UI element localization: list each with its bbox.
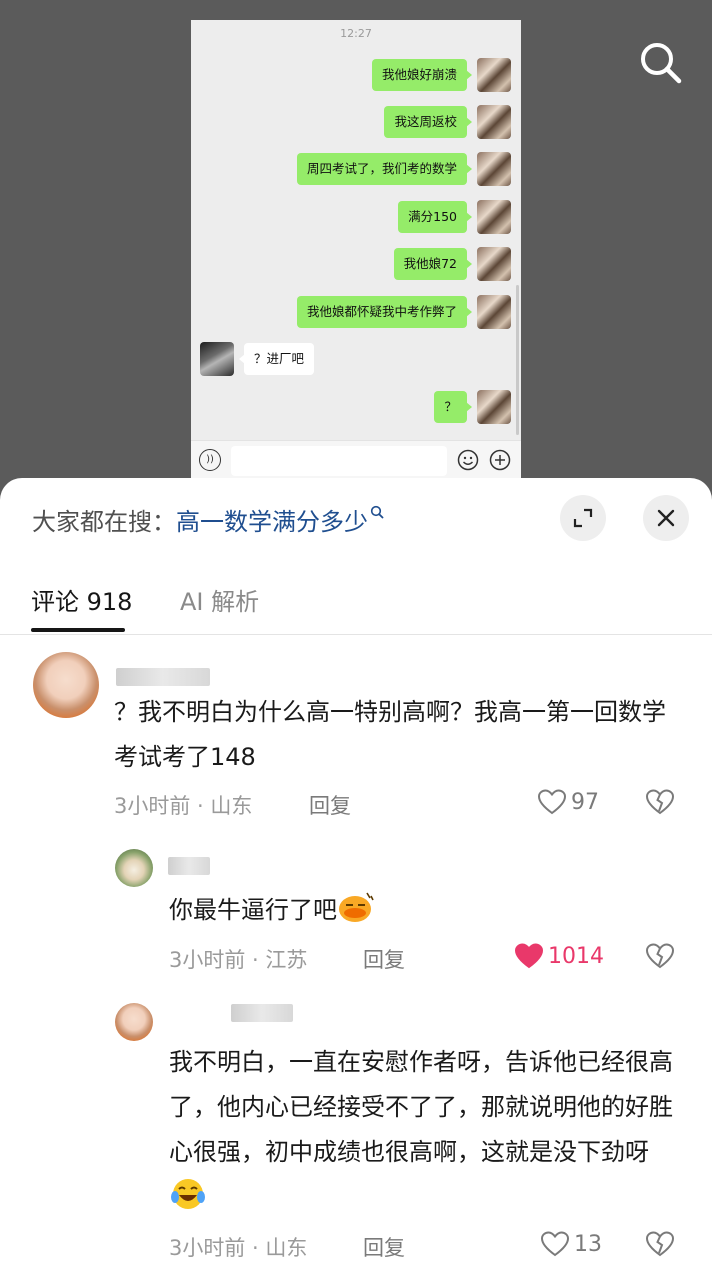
comment-text-content: 你最牛逼行了吧: [169, 896, 337, 924]
comment-sheet: 大家都在搜：高一数学满分多少 评论 918 AI 解析 ？我不明白为什么高一特别…: [0, 478, 712, 1279]
avatar[interactable]: [115, 849, 153, 887]
chat-scrollbar: [516, 285, 519, 435]
voice-icon: )): [199, 449, 221, 471]
chat-bubble-text: 我他娘都怀疑我中考作弊了: [296, 296, 473, 328]
like-button[interactable]: 1014: [514, 941, 604, 971]
like-button[interactable]: 13: [540, 1229, 602, 1259]
comment-meta: 3小时前 · 江苏: [169, 948, 308, 972]
reply-button[interactable]: 回复: [363, 1232, 405, 1262]
chat-message: ？进厂吧: [200, 342, 315, 376]
heart-filled-icon: [514, 943, 544, 969]
dislike-icon[interactable]: [644, 787, 676, 817]
search-suggestion: 大家都在搜：高一数学满分多少: [32, 502, 384, 537]
avatar[interactable]: [33, 652, 99, 718]
dislike-icon[interactable]: [644, 1229, 676, 1259]
chat-message: 满分150: [398, 200, 511, 234]
chat-screenshot: 12:27 我他娘好崩溃 我这周返校 周四考试了，我们考的数学 满分150 我他…: [191, 20, 521, 480]
chat-input-bar: )): [191, 440, 521, 480]
chat-message: ？: [434, 390, 511, 424]
comment-text: 我不明白，一直在安慰作者呀，告诉他已经很高了，他内心已经接受不了了，那就说明他的…: [169, 1040, 684, 1220]
username-blurred[interactable]: [168, 857, 210, 875]
chat-bubble-text: 周四考试了，我们考的数学: [296, 153, 473, 185]
search-small-icon: [370, 505, 384, 519]
comment-text: 你最牛逼行了吧: [169, 888, 684, 933]
comment-location: 江苏: [265, 948, 308, 972]
search-icon[interactable]: [636, 38, 686, 88]
chat-bubble-text: 满分150: [398, 201, 472, 233]
dislike-icon[interactable]: [644, 941, 676, 971]
like-count: 1014: [548, 943, 604, 969]
plus-icon: [489, 449, 511, 471]
chat-message: 我他娘都怀疑我中考作弊了: [296, 295, 511, 329]
comment-text: ？我不明白为什么高一特别高啊？我高一第一回数学考试考了148: [114, 698, 666, 771]
like-count: 13: [574, 1231, 602, 1257]
chat-bubble-text: ？: [434, 391, 472, 423]
contact-avatar: [200, 342, 234, 376]
video-preview[interactable]: 12:27 我他娘好崩溃 我这周返校 周四考试了，我们考的数学 满分150 我他…: [0, 0, 712, 500]
chat-bubble-text: 我他娘72: [393, 248, 473, 280]
chat-bubble-text: ？进厂吧: [238, 343, 315, 375]
comment-meta: 3小时前 · 山东: [169, 1236, 308, 1260]
sender-avatar: [477, 247, 511, 281]
like-count: 97: [571, 789, 599, 815]
chat-message: 我这周返校: [384, 105, 511, 139]
close-icon: [657, 509, 675, 527]
username-blurred[interactable]: [231, 1004, 293, 1022]
heart-icon: [537, 789, 567, 815]
comment-time: 3小时前: [169, 1236, 246, 1260]
chat-bubble-text: 我他娘好崩溃: [371, 59, 473, 91]
close-button[interactable]: [643, 495, 689, 541]
comment-location: 山东: [210, 794, 253, 818]
tab-comments-label: 评论: [31, 588, 79, 616]
comment-time: 3小时前: [114, 794, 191, 818]
sender-avatar: [477, 295, 511, 329]
search-suggestion-link[interactable]: 高一数学满分多少: [176, 508, 368, 536]
tab-comments-count: 918: [86, 588, 133, 616]
sender-avatar: [477, 58, 511, 92]
active-tab-indicator: [31, 628, 125, 632]
expand-icon: [573, 508, 593, 528]
chat-timestamp: 12:27: [340, 27, 372, 40]
chat-input-field: [231, 446, 447, 476]
search-suggestion-prefix: 大家都在搜：: [32, 508, 176, 536]
expand-button[interactable]: [560, 495, 606, 541]
chat-message: 我他娘好崩溃: [371, 58, 511, 92]
laugh-cry-emoji-icon: [171, 1179, 205, 1209]
tab-comments[interactable]: 评论 918: [31, 582, 132, 617]
comment-text-content: 我不明白，一直在安慰作者呀，告诉他已经很高了，他内心已经接受不了了，那就说明他的…: [169, 1048, 673, 1166]
sender-avatar: [477, 200, 511, 234]
comment-time: 3小时前: [169, 948, 246, 972]
reply-button[interactable]: 回复: [363, 944, 405, 974]
sender-avatar: [477, 152, 511, 186]
sender-avatar: [477, 105, 511, 139]
smug-emoji-icon: [339, 892, 374, 922]
username-blurred[interactable]: [116, 668, 210, 686]
reply-button[interactable]: 回复: [309, 790, 351, 820]
like-button[interactable]: 97: [537, 787, 599, 817]
tab-ai-analysis[interactable]: AI 解析: [180, 582, 259, 617]
avatar[interactable]: [115, 1003, 153, 1041]
comment-location: 山东: [265, 1236, 308, 1260]
heart-icon: [540, 1231, 570, 1257]
comment-tabs: 评论 918 AI 解析: [0, 578, 712, 635]
chat-message: 周四考试了，我们考的数学: [296, 152, 511, 186]
chat-bubble-text: 我这周返校: [384, 106, 472, 138]
chat-message: 我他娘72: [393, 247, 511, 281]
emoji-icon: [457, 449, 479, 471]
comment-meta: 3小时前 · 山东: [114, 794, 253, 818]
sender-avatar: [477, 390, 511, 424]
